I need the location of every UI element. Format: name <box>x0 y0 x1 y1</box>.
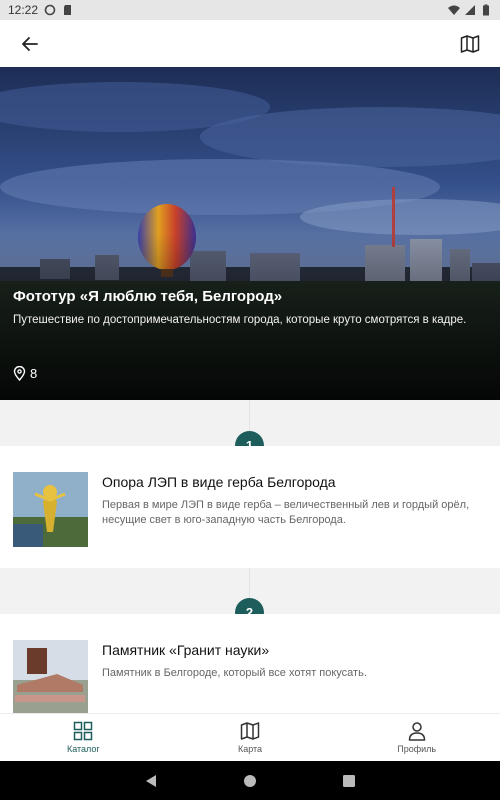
stop-card[interactable]: Памятник «Гранит науки» Памятник в Белго… <box>0 614 500 715</box>
map-icon <box>460 34 480 53</box>
status-bar: 12:22 <box>0 0 500 20</box>
arrow-left-icon <box>22 36 38 51</box>
tour-hero: Фототур «Я люблю тебя, Белгород» Путешес… <box>0 67 500 400</box>
screen: 12:22 Фототур «Я люблю тебя, Белгород» П… <box>0 0 500 800</box>
stops-count: 8 <box>13 366 37 381</box>
person-icon <box>408 722 425 741</box>
status-time: 12:22 <box>8 3 39 17</box>
stop-title: Памятник «Гранит науки» <box>102 642 270 658</box>
app-bar <box>0 20 500 67</box>
battery-icon <box>483 4 489 16</box>
nav-map[interactable]: Карта <box>167 714 334 761</box>
tour-title: Фототур «Я люблю тебя, Белгород» <box>13 288 283 305</box>
stop-title: Опора ЛЭП в виде герба Белгорода <box>102 474 336 490</box>
nav-profile-label: Профиль <box>397 744 437 754</box>
stops-count-value: 8 <box>30 366 38 381</box>
stop-thumbnail <box>13 640 88 715</box>
stop-card[interactable]: Опора ЛЭП в виде герба Белгорода Первая … <box>0 446 500 568</box>
system-navigation-bar <box>0 761 500 800</box>
bottom-navigation: Каталог Карта Профиль <box>0 713 500 761</box>
recents-square-icon[interactable] <box>342 774 356 788</box>
location-pin-icon <box>13 366 26 381</box>
signal-icon <box>465 5 475 15</box>
map-icon <box>240 722 260 740</box>
stop-thumbnail <box>13 472 88 547</box>
home-circle-icon[interactable] <box>243 774 257 788</box>
back-triangle-icon[interactable] <box>144 774 158 788</box>
sync-icon <box>44 4 56 16</box>
nav-catalog-label: Каталог <box>66 744 100 754</box>
map-button[interactable] <box>456 30 484 58</box>
hero-image <box>0 67 500 400</box>
stop-description: Памятник в Белгороде, который все хотят … <box>102 667 367 679</box>
grid-icon <box>74 721 93 741</box>
nav-catalog[interactable]: Каталог <box>0 714 167 761</box>
nav-map-label: Карта <box>237 744 263 754</box>
back-button[interactable] <box>16 30 44 58</box>
sd-card-icon <box>64 5 72 15</box>
tour-description: Путешествие по достопримечательностям го… <box>13 314 467 326</box>
nav-profile[interactable]: Профиль <box>333 714 500 761</box>
wifi-icon <box>448 5 460 15</box>
stop-description: Первая в мире ЛЭП в виде герба – величес… <box>102 499 470 526</box>
